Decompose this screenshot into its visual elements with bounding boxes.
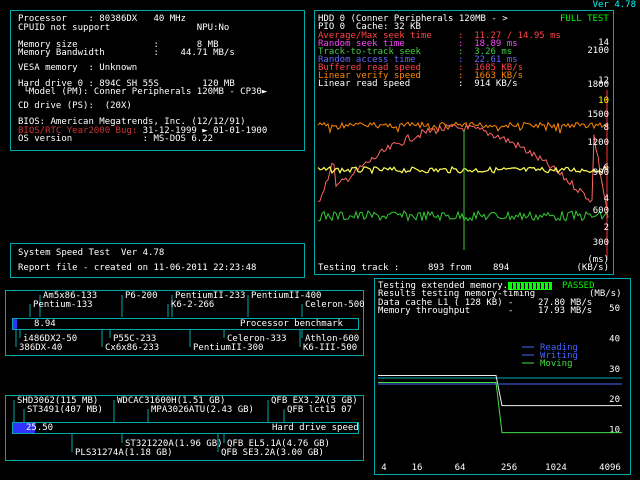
testing-track-label: Testing track : bbox=[318, 263, 400, 273]
memory-legend-label: Moving bbox=[540, 359, 573, 369]
bench-bottom-label: QFB SE3.2A(3.00 GB) bbox=[221, 448, 324, 458]
bench-top-label: ST3491(407 MB) bbox=[27, 405, 103, 415]
cd-drive-line: CD drive (PS): (20X) bbox=[18, 101, 132, 111]
hdd-axis-label: 1800 bbox=[587, 80, 609, 90]
memory-series-moving bbox=[378, 382, 622, 434]
memory-bandwidth-line: Memory Bandwidth : 44.71 MB/s bbox=[18, 48, 235, 58]
memory-x-tick: 16 bbox=[412, 463, 423, 473]
cpu-score: 8.94 bbox=[34, 319, 56, 329]
memory-x-tick: 64 bbox=[455, 463, 466, 473]
memory-y-tick: 40 bbox=[609, 334, 620, 344]
read-speed-line bbox=[317, 165, 609, 175]
bench-bottom-label: PentiumII-300 bbox=[193, 343, 263, 353]
memory-x-tick: 4 bbox=[381, 463, 386, 473]
hdd-stat-6: Linear read speed : 914 KB/s bbox=[318, 79, 518, 89]
memory-y-tick: 10 bbox=[609, 426, 620, 436]
bench-bottom-label: PLS31274A(1.18 GB) bbox=[75, 448, 173, 458]
memory-y-tick: 50 bbox=[609, 304, 620, 314]
bench-top-label: Pentium-133 bbox=[33, 300, 93, 310]
hdd-axis-label: 8 bbox=[603, 123, 609, 133]
report-file-line: Report file - created on 11-06-2011 22:2… bbox=[18, 263, 257, 273]
testing-track-value: 893 from 894 bbox=[428, 263, 510, 273]
hdd-axis-label: 4 bbox=[603, 194, 609, 204]
hdd-axis-label: 1200 bbox=[587, 138, 609, 148]
bench-bottom-label: K6-III-500 bbox=[303, 343, 357, 353]
memory-y-tick: 30 bbox=[609, 365, 620, 375]
hdd-stat-label: Linear read speed bbox=[318, 79, 411, 89]
bench-top-label: Celeron-500 bbox=[305, 300, 365, 310]
cpu-caption: Processor benchmark bbox=[240, 319, 343, 329]
hdd-axis-label: 900 bbox=[592, 168, 609, 178]
memory-x-tick: 1024 bbox=[545, 463, 567, 473]
hdd-axis-label: 600 bbox=[592, 206, 609, 216]
hdd-axis-label: 2 bbox=[603, 223, 609, 233]
bench-top-label: QFB lct15 07 bbox=[287, 405, 352, 415]
seek-time-line bbox=[318, 209, 609, 223]
cpuid-line: CPUID not support NPU:No bbox=[18, 23, 230, 33]
memory-series-reading bbox=[378, 375, 622, 407]
bench-bottom-label: 386DX-40 bbox=[19, 343, 62, 353]
memory-y-tick: 20 bbox=[609, 395, 620, 405]
model-line: └Model (PM): Conner Peripherals 120MB - … bbox=[18, 87, 268, 97]
memory-x-tick: 4096 bbox=[599, 463, 621, 473]
hdd-axis-label: (KB/s) bbox=[576, 263, 609, 273]
hdd-axis-label: 300 bbox=[592, 238, 609, 248]
memory-x-tick: 256 bbox=[501, 463, 517, 473]
hdd-score: 25.50 bbox=[26, 423, 54, 433]
hdd-axis-label: 1500 bbox=[587, 110, 609, 120]
bench-top-label: MPA3026ATU(2.43 GB) bbox=[151, 405, 254, 415]
hdd-caption: Hard drive speed bbox=[272, 423, 359, 433]
vesa-line: VESA memory : Unknown bbox=[18, 63, 138, 73]
cpu-bar-fill bbox=[13, 319, 17, 329]
verify-speed-line bbox=[317, 121, 609, 135]
version-label: Ver 4.78 bbox=[592, 0, 636, 10]
bench-top-label: P6-200 bbox=[125, 291, 158, 301]
hdd-stat-value: : 914 KB/s bbox=[458, 79, 518, 89]
hdd-axis-label: 10 bbox=[598, 96, 609, 106]
hdd-axis-label: 2100 bbox=[587, 46, 609, 56]
memory-chart: 50403020104 16 64 256 1024 4096ReadingWriting… bbox=[378, 304, 622, 473]
bench-bottom-label: Cx6x86-233 bbox=[105, 343, 159, 353]
speed-test-title: System Speed Test Ver 4.78 bbox=[18, 248, 165, 258]
bench-top-label: K6-2-266 bbox=[171, 300, 214, 310]
os-version-line: OS version : MS-DOS 6.22 bbox=[18, 134, 214, 144]
